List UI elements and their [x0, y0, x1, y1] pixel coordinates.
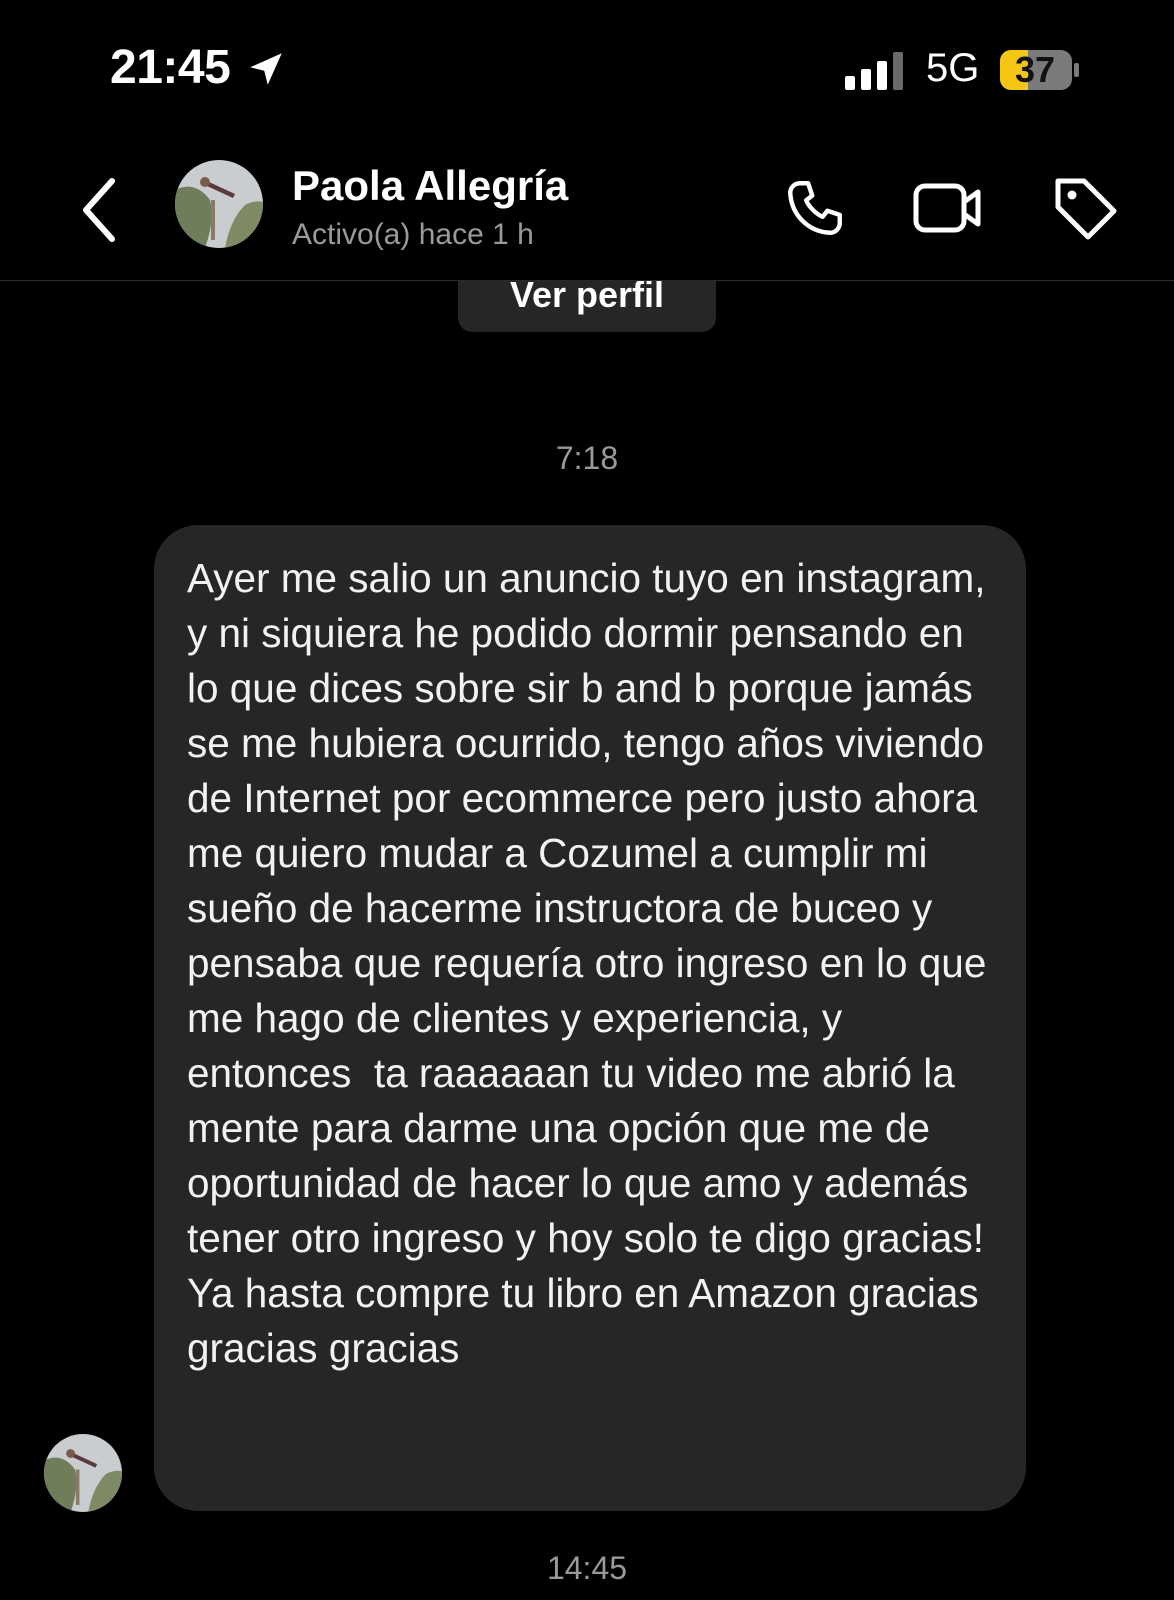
sender-avatar[interactable] [44, 1434, 122, 1512]
cellular-signal-icon [845, 52, 903, 90]
status-time: 21:45 [110, 41, 231, 94]
contact-avatar[interactable] [175, 160, 263, 248]
chat-header: Paola Allegría Activo(a) hace 1 h [0, 140, 1174, 281]
message-bubble[interactable]: Ayer me salio un anuncio tuyo en instagr… [154, 525, 1026, 1511]
message-text: Ayer me salio un anuncio tuyo en instagr… [187, 555, 998, 1371]
contact-activity-status: Activo(a) hace 1 h [292, 218, 534, 251]
location-arrow-icon [250, 53, 282, 85]
contact-name[interactable]: Paola Allegría [292, 162, 568, 210]
message-timestamp-2: 14:45 [546, 1550, 628, 1586]
tag-icon[interactable] [1050, 173, 1120, 243]
avatar-photo [175, 160, 263, 248]
sender-avatar-photo [44, 1434, 122, 1512]
network-type: 5G [926, 46, 980, 90]
status-bar: 21:45 5G 37 [0, 0, 1174, 140]
video-camera-icon[interactable] [912, 178, 984, 238]
battery-level: 37 [1015, 49, 1056, 90]
back-chevron-icon[interactable] [78, 175, 120, 245]
phone-icon[interactable] [782, 175, 848, 241]
message-timestamp: 7:18 [555, 440, 619, 476]
